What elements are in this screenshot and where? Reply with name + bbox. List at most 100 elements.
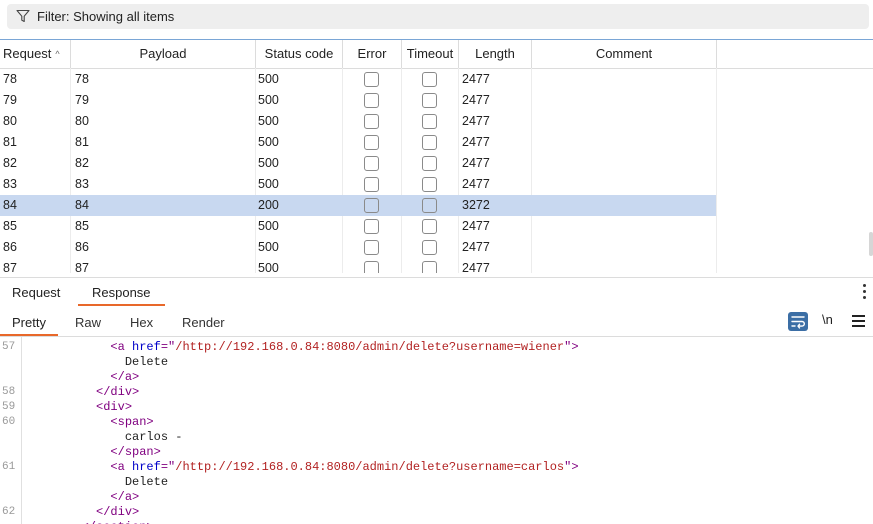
tab-response[interactable]: Response [78, 278, 165, 306]
timeout-checkbox[interactable] [422, 156, 437, 171]
code-text: </span> [24, 445, 160, 460]
table-row[interactable]: 82 82 500 2477 [0, 153, 716, 174]
table-row[interactable]: 83 83 500 2477 [0, 174, 716, 195]
table-row[interactable]: 79 79 500 2477 [0, 90, 716, 111]
table-row[interactable]: 86 86 500 2477 [0, 237, 716, 258]
error-checkbox[interactable] [364, 240, 379, 255]
timeout-checkbox[interactable] [422, 198, 437, 213]
cell-payload: 82 [75, 156, 89, 170]
code-token: </div> [96, 505, 140, 519]
line-number: 59 [2, 401, 16, 413]
table-scrollbar[interactable] [869, 232, 873, 256]
cell-length: 2477 [462, 240, 490, 254]
code-text: Delete [24, 355, 168, 370]
cell-payload: 85 [75, 219, 89, 233]
cell-request: 78 [3, 72, 17, 86]
column-header-timeout[interactable]: Timeout [402, 40, 459, 68]
cell-payload: 79 [75, 93, 89, 107]
hamburger-menu-icon[interactable] [852, 315, 865, 330]
cell-request: 86 [3, 240, 17, 254]
table-row[interactable]: 81 81 500 2477 [0, 132, 716, 153]
code-token: /http://192.168.0.84:8080/admin/delete?u… [175, 340, 565, 354]
response-code-viewer[interactable]: 57 <a href="/http://192.168.0.84:8080/ad… [0, 337, 873, 524]
timeout-checkbox[interactable] [422, 93, 437, 108]
table-row[interactable]: 85 85 500 2477 [0, 216, 716, 237]
timeout-checkbox[interactable] [422, 114, 437, 129]
line-number: 60 [2, 416, 16, 428]
timeout-checkbox[interactable] [422, 135, 437, 150]
table-row[interactable]: 87 87 500 2477 [0, 258, 716, 273]
error-checkbox[interactable] [364, 198, 379, 213]
error-checkbox[interactable] [364, 219, 379, 234]
column-header-request[interactable]: Request ^ [0, 40, 71, 68]
tab-render[interactable]: Render [182, 306, 225, 336]
code-token: <span> [110, 415, 154, 429]
word-wrap-icon [791, 316, 805, 329]
cell-request: 82 [3, 156, 17, 170]
more-options-icon[interactable] [863, 284, 867, 302]
cell-request: 87 [3, 261, 17, 273]
cell-payload: 86 [75, 240, 89, 254]
message-tabs: Request Response [0, 277, 873, 307]
column-label: Length [475, 46, 515, 61]
code-text: Delete [24, 475, 168, 490]
table-row[interactable]: 84 84 200 3272 [0, 195, 716, 216]
timeout-checkbox[interactable] [422, 261, 437, 273]
line-number: 58 [2, 386, 16, 398]
table-row[interactable]: 78 78 500 2477 [0, 69, 716, 90]
error-checkbox[interactable] [364, 177, 379, 192]
error-checkbox[interactable] [364, 93, 379, 108]
word-wrap-button[interactable] [788, 312, 808, 331]
cell-length: 2477 [462, 156, 490, 170]
timeout-checkbox[interactable] [422, 240, 437, 255]
filter-label: Filter: Showing all items [37, 9, 175, 24]
code-token: <a [110, 460, 133, 474]
cell-length: 2477 [462, 219, 490, 233]
error-checkbox[interactable] [364, 135, 379, 150]
tab-request[interactable]: Request [12, 278, 60, 306]
code-text: </div> [24, 505, 139, 520]
cell-status: 500 [258, 135, 279, 149]
column-label: Error [357, 46, 387, 61]
tab-hex[interactable]: Hex [130, 306, 153, 336]
error-checkbox[interactable] [364, 156, 379, 171]
tab-raw[interactable]: Raw [75, 306, 101, 336]
column-header-payload[interactable]: Payload [71, 40, 256, 68]
cell-status: 500 [258, 261, 279, 273]
timeout-checkbox[interactable] [422, 177, 437, 192]
cell-status: 500 [258, 240, 279, 254]
cell-length: 2477 [462, 114, 490, 128]
code-text: <a href="/http://192.168.0.84:8080/admin… [24, 340, 578, 355]
column-header-error[interactable]: Error [343, 40, 402, 68]
column-header-comment[interactable]: Comment [532, 40, 717, 68]
error-checkbox[interactable] [364, 114, 379, 129]
code-token: /http://192.168.0.84:8080/admin/delete?u… [175, 460, 565, 474]
filter-icon [16, 9, 30, 23]
table-row[interactable]: 80 80 500 2477 [0, 111, 716, 132]
tab-pretty[interactable]: Pretty [0, 306, 58, 336]
code-token: href [132, 340, 161, 354]
show-newlines-button[interactable]: \n [822, 312, 833, 327]
cell-payload: 87 [75, 261, 89, 273]
column-header-status[interactable]: Status code [256, 40, 343, 68]
timeout-checkbox[interactable] [422, 219, 437, 234]
error-checkbox[interactable] [364, 261, 379, 273]
column-label: Timeout [406, 46, 454, 61]
cell-request: 81 [3, 135, 17, 149]
column-header-length[interactable]: Length [459, 40, 532, 68]
timeout-checkbox[interactable] [422, 72, 437, 87]
code-token: <a [110, 340, 133, 354]
cell-length: 2477 [462, 177, 490, 191]
line-number: 62 [2, 506, 16, 518]
cell-payload: 80 [75, 114, 89, 128]
filter-button[interactable]: Filter: Showing all items [7, 4, 869, 29]
error-checkbox[interactable] [364, 72, 379, 87]
